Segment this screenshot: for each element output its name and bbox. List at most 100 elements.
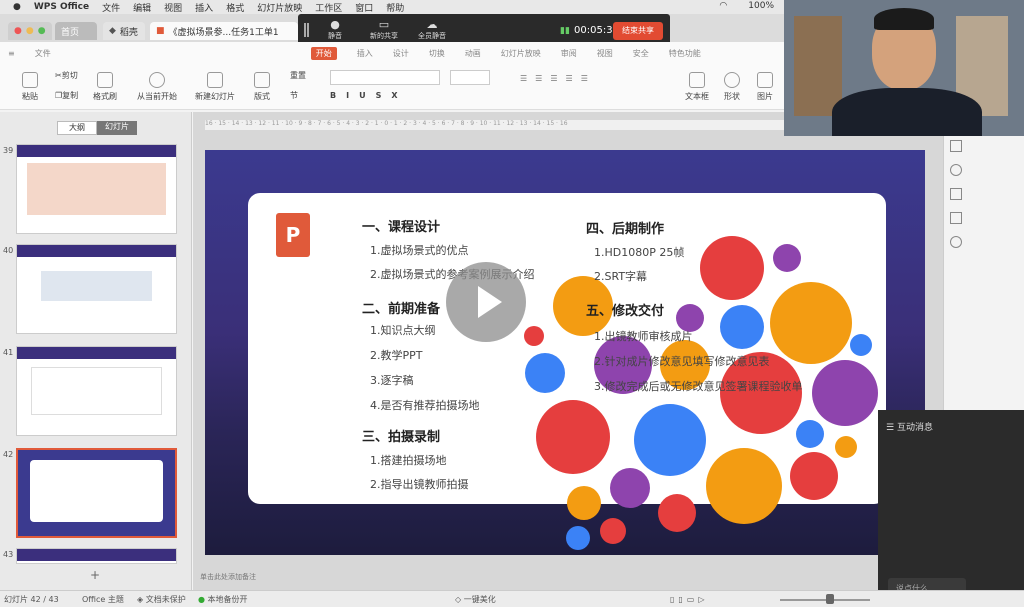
properties-icon[interactable] [950,140,962,152]
transition-icon[interactable] [950,212,962,224]
play-button[interactable] [446,262,526,342]
section-item: 1.搭建拍摄场地 [370,454,447,467]
paragraph-buttons[interactable]: ☰☰☰☰☰ [520,74,596,83]
protection-status[interactable]: ◈ 文档未保护 [137,594,186,605]
paste-button[interactable]: 粘贴 [22,72,38,102]
app-name[interactable]: WPS Office [34,2,89,12]
play-icon [149,72,165,88]
docer-icon: ◆ [109,26,116,36]
wifi-icon[interactable]: ◠ [719,1,727,11]
menu-format[interactable]: 格式 [226,1,244,14]
ribbon-tab-security[interactable]: 安全 [633,48,649,59]
slide-number: 39 [3,146,14,155]
theme-label[interactable]: Office 主题 [82,594,124,605]
section-title-5: 五、修改交付 [586,304,665,319]
menu-view[interactable]: 视图 [164,1,182,14]
drag-handle[interactable] [304,23,309,37]
new-share-button[interactable]: ▭ 新的共享 [370,18,398,41]
ribbon-tab-features[interactable]: 特色功能 [669,48,701,59]
interaction-panel: ☰ 互动消息 说点什么... [878,410,1024,607]
menu-edit[interactable]: 编辑 [133,1,151,14]
ribbon-tab-home[interactable]: 开始 [310,46,337,60]
dot-icon [524,326,544,346]
apple-icon[interactable]: ● [13,2,21,12]
tab-document[interactable]: ■ 《虚拟场景参...任务1工单1 [150,22,298,40]
brush-icon [97,72,113,88]
user-icon [706,448,782,524]
play-from-current-button[interactable]: 从当前开始 [137,72,177,102]
reset-button[interactable]: 重置 [290,70,306,81]
view-mode-buttons[interactable]: ▯▯▭▷ [670,595,730,604]
minimize-dot-icon[interactable]: ● [26,26,34,36]
section-button[interactable]: 节 [290,90,298,101]
slide-thumbnail-42[interactable] [16,448,177,538]
section-item: 3.逐字稿 [370,374,414,387]
section-title-4: 四、后期制作 [586,222,665,237]
powerpoint-logo-icon: P [276,213,310,257]
shape-button[interactable]: 形状 [724,72,740,102]
notes-placeholder[interactable]: 单击此处添加备注 [200,572,256,582]
menu-window[interactable]: 窗口 [355,1,373,14]
globe-icon [812,360,878,426]
font-style-buttons[interactable]: BIUSX [330,91,408,100]
shape-tool-icon[interactable] [950,164,962,176]
slide-number: 40 [3,246,14,255]
menu-file[interactable]: 文件 [102,1,120,14]
ribbon-tab-view[interactable]: 视图 [597,48,613,59]
image-button[interactable]: 图片 [757,72,773,102]
ppt-file-icon: ■ [156,26,165,36]
backup-status[interactable]: ● 本地备份开 [198,594,248,605]
battery-label: 100% [748,1,774,11]
cut-button[interactable]: ✂剪切 [55,70,78,81]
add-slide-button[interactable]: + [90,568,100,582]
mute-all-button[interactable]: ☁ 全员静音 [418,18,446,41]
menu-help[interactable]: 帮助 [386,1,404,14]
hamburger-icon[interactable]: ≡ [8,49,15,58]
menu-icon[interactable]: ☰ [886,423,894,433]
zoom-slider[interactable] [780,599,870,601]
ribbon-tab-transition[interactable]: 切换 [429,48,445,59]
ribbon-tab-design[interactable]: 设计 [393,48,409,59]
stop-share-button[interactable]: 结束共享 [613,22,663,40]
ribbon-file-menu[interactable]: 文件 [35,48,51,59]
slide-thumbnail-39[interactable] [16,144,177,234]
share-icon [700,236,764,300]
shield-icon: ◈ [137,595,144,604]
font-family-select[interactable] [330,70,440,85]
slide-counter: 幻灯片 42 / 43 [4,595,59,604]
format-painter-button[interactable]: 格式刷 [93,72,117,102]
slide-thumbnail-43[interactable] [16,548,177,564]
layout-button[interactable]: 版式 [254,72,270,102]
ribbon-tab-slideshow[interactable]: 幻灯片放映 [501,48,541,59]
textbox-button[interactable]: 文本框 [685,72,709,102]
mobile-icon [525,353,565,393]
font-size-select[interactable] [450,70,490,85]
zoom-dot-icon[interactable]: ● [38,26,46,36]
ribbon-tab-insert[interactable]: 插入 [357,48,373,59]
close-dot-icon[interactable]: ● [14,26,22,36]
section-item: 2.针对成片修改意见填写修改意见表 [594,355,770,368]
copy-button[interactable]: ❐复制 [55,90,78,101]
settings-icon[interactable] [950,236,962,248]
slide-thumbnail-40[interactable] [16,244,177,334]
slide-sidebar: 大纲 幻灯片 39 40 41 42 43 + [0,112,192,590]
beautify-icon: ◇ [455,595,462,604]
beautify-button[interactable]: ◇ 一键美化 [455,594,496,605]
new-slide-button[interactable]: 新建幻灯片 [195,72,235,102]
ribbon-tab-review[interactable]: 审阅 [561,48,577,59]
tab-docer[interactable]: ◆ 稻壳 [103,22,145,40]
mute-button[interactable]: ● 静音 [328,18,342,41]
tab-outline[interactable]: 大纲 [57,121,97,135]
new-slide-icon [207,72,223,88]
window-controls[interactable]: ● ● ● [8,22,52,40]
zoom-slider-handle[interactable] [826,594,834,604]
key-icon [720,305,764,349]
animation-icon[interactable] [950,188,962,200]
ribbon-tab-animation[interactable]: 动画 [465,48,481,59]
tab-home[interactable]: 首页 [55,22,97,40]
menu-workspace[interactable]: 工作区 [315,1,342,14]
tab-slides[interactable]: 幻灯片 [97,121,137,135]
menu-insert[interactable]: 插入 [195,1,213,14]
menu-slideshow[interactable]: 幻灯片放映 [257,1,302,14]
slide-thumbnail-41[interactable] [16,346,177,436]
